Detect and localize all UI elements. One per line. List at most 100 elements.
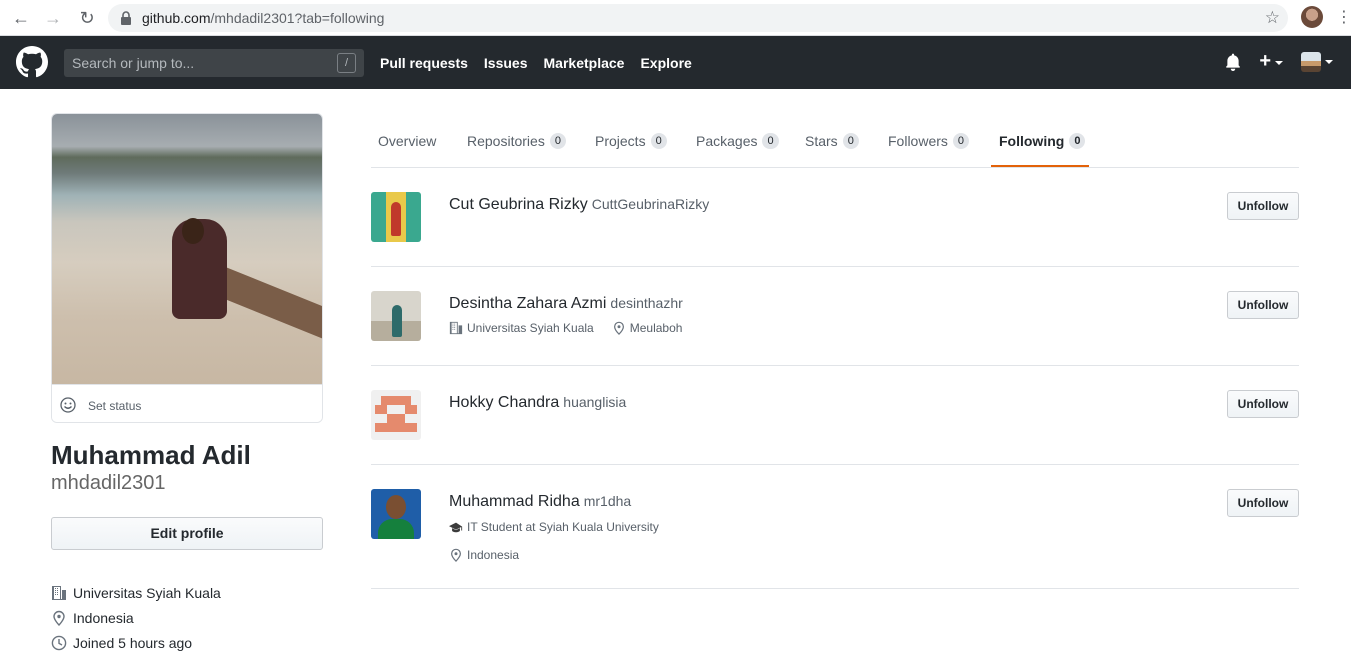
lock-icon	[121, 11, 131, 25]
tab-label: Followers	[888, 132, 948, 149]
plus-icon: +	[1259, 50, 1271, 72]
back-icon[interactable]: ←	[10, 7, 32, 29]
user-bio: IT Student at Syiah Kuala University	[449, 520, 659, 534]
tab-label: Projects	[595, 132, 646, 149]
tab-label: Following	[999, 132, 1065, 149]
location-text: Meulaboh	[629, 321, 683, 335]
tab-repositories[interactable]: Repositories 0	[467, 114, 566, 167]
user-full-name[interactable]: Muhammad Ridha	[449, 493, 580, 510]
address-bar[interactable]: github.com/mhdadil2301?tab=following ☆	[108, 4, 1288, 32]
location-pin-icon	[451, 548, 461, 562]
location-pin-icon	[613, 321, 624, 335]
organization-icon	[52, 585, 66, 600]
joined-text: Joined 5 hours ago	[73, 634, 193, 651]
forward-icon[interactable]: →	[42, 7, 64, 29]
profile-full-name: Muhammad Adil	[51, 440, 251, 470]
company-text: Universitas Syiah Kuala	[73, 584, 221, 601]
user-login[interactable]: CuttGeubrinaRizky	[592, 196, 710, 212]
tab-label: Overview	[378, 132, 437, 149]
create-new-button[interactable]: +	[1259, 51, 1283, 72]
nav-issues[interactable]: Issues	[484, 55, 528, 71]
avatar[interactable]	[371, 192, 421, 242]
list-item: Desintha Zahara Azmi desinthazhr Universi…	[371, 291, 1299, 366]
avatar[interactable]	[371, 489, 421, 539]
unfollow-button[interactable]: Unfollow	[1227, 291, 1299, 319]
chevron-down-icon	[1275, 60, 1283, 65]
user-menu-button[interactable]	[1301, 51, 1333, 72]
chevron-down-icon	[1325, 59, 1333, 64]
user-bio-row: IT Student at Syiah Kuala University	[449, 520, 659, 534]
profile-company: Universitas Syiah Kuala	[51, 580, 221, 605]
user-login[interactable]: huanglisia	[563, 394, 626, 410]
unfollow-button[interactable]: Unfollow	[1227, 390, 1299, 418]
url-text: github.com/mhdadil2301?tab=following	[142, 10, 385, 26]
user-location: Indonesia	[449, 548, 519, 562]
tab-label: Stars	[805, 132, 838, 149]
user-location: Meulaboh	[612, 321, 683, 335]
organization-icon	[449, 321, 463, 335]
identicon	[375, 396, 417, 432]
edit-profile-button[interactable]: Edit profile	[51, 517, 323, 550]
notification-bell-icon[interactable]	[1225, 53, 1241, 71]
header-actions: +	[1225, 51, 1333, 72]
user-name-row: Cut Geubrina Rizky CuttGeubrinaRizky	[449, 196, 709, 214]
tab-count: 0	[650, 132, 667, 149]
bio-text: IT Student at Syiah Kuala University	[467, 520, 659, 534]
user-meta: Indonesia	[449, 548, 519, 562]
tab-count: 0	[842, 132, 859, 149]
user-login[interactable]: mr1dha	[584, 493, 631, 509]
location-pin-icon	[53, 610, 65, 626]
reload-icon[interactable]: ↻	[76, 7, 98, 29]
profile-location: Indonesia	[51, 605, 221, 630]
tab-followers[interactable]: Followers 0	[888, 114, 970, 167]
list-item: Muhammad Ridha mr1dha IT Student at Syiah…	[371, 489, 1299, 589]
profile-photo[interactable]	[52, 114, 322, 384]
list-item: Cut Geubrina Rizky CuttGeubrinaRizky Unfo…	[371, 192, 1299, 267]
list-item: Hokky Chandra huanglisia Unfollow	[371, 390, 1299, 465]
user-name-row: Hokky Chandra huanglisia	[449, 394, 626, 412]
user-name-row: Desintha Zahara Azmi desinthazhr	[449, 295, 683, 313]
smiley-icon	[60, 397, 76, 413]
user-full-name[interactable]: Hokky Chandra	[449, 394, 559, 411]
profile-photo-card: Set status	[51, 113, 323, 423]
tab-stars[interactable]: Stars 0	[805, 114, 859, 167]
nav-pull-requests[interactable]: Pull requests	[380, 55, 468, 71]
tab-following[interactable]: Following 0	[999, 114, 1086, 167]
clock-icon	[51, 635, 67, 650]
profile-joined: Joined 5 hours ago	[51, 630, 221, 655]
photo-head	[182, 218, 204, 244]
nav-explore[interactable]: Explore	[640, 55, 691, 71]
user-meta: Universitas Syiah Kuala Meulaboh	[449, 321, 682, 335]
avatar[interactable]	[371, 390, 421, 440]
location-text: Indonesia	[73, 609, 134, 626]
unfollow-button[interactable]: Unfollow	[1227, 489, 1299, 517]
nav-marketplace[interactable]: Marketplace	[544, 55, 625, 71]
user-company: Universitas Syiah Kuala	[449, 321, 594, 335]
user-full-name[interactable]: Cut Geubrina Rizky	[449, 196, 588, 213]
bookmark-star-icon[interactable]: ☆	[1265, 8, 1280, 28]
avatar[interactable]	[371, 291, 421, 341]
set-status-button[interactable]: Set status	[52, 384, 322, 422]
graduation-cap-icon	[449, 522, 463, 533]
company-text: Universitas Syiah Kuala	[467, 321, 594, 335]
unfollow-button[interactable]: Unfollow	[1227, 192, 1299, 220]
tab-label: Repositories	[467, 132, 545, 149]
user-login[interactable]: desinthazhr	[610, 295, 682, 311]
search-shortcut-key: /	[337, 53, 356, 73]
search-placeholder: Search or jump to...	[72, 55, 195, 71]
tab-packages[interactable]: Packages 0	[696, 114, 779, 167]
tab-count: 0	[762, 132, 779, 149]
user-name-row: Muhammad Ridha mr1dha	[449, 493, 631, 511]
search-input[interactable]: Search or jump to... /	[64, 49, 364, 77]
browser-toolbar: ← → ↻ github.com/mhdadil2301?tab=followi…	[0, 0, 1351, 36]
location-text: Indonesia	[467, 548, 520, 562]
tab-overview[interactable]: Overview	[378, 114, 436, 167]
browser-profile-avatar[interactable]	[1301, 6, 1323, 28]
tab-count: 0	[952, 132, 970, 149]
profile-username: mhdadil2301	[51, 472, 166, 494]
user-full-name[interactable]: Desintha Zahara Azmi	[449, 295, 606, 312]
tab-projects[interactable]: Projects 0	[595, 114, 667, 167]
profile-tabs: Overview Repositories 0 Projects 0 Package…	[371, 114, 1299, 168]
github-logo-icon[interactable]	[16, 46, 48, 78]
browser-menu-icon[interactable]: ⋮	[1336, 7, 1351, 29]
